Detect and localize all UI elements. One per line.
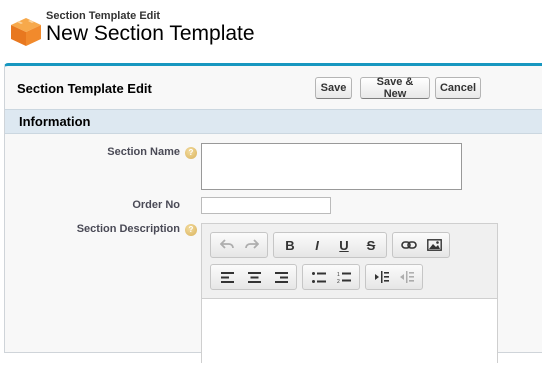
alignment-group bbox=[210, 264, 297, 290]
indent-icon[interactable] bbox=[370, 265, 394, 289]
link-icon[interactable] bbox=[397, 233, 421, 257]
bold-button[interactable]: B bbox=[278, 233, 302, 257]
save-and-new-button[interactable]: Save & New bbox=[360, 76, 430, 100]
save-button[interactable]: Save bbox=[315, 77, 352, 99]
strikethrough-button[interactable]: S bbox=[359, 233, 383, 257]
indent-group bbox=[365, 264, 423, 290]
description-edit-area[interactable] bbox=[202, 298, 497, 369]
section-name-label: Section Name bbox=[107, 146, 180, 158]
undo-redo-group bbox=[210, 232, 268, 258]
panel-header: Section Template Edit Save Save & New Ca… bbox=[5, 66, 542, 106]
align-right-icon[interactable] bbox=[269, 265, 293, 289]
insert-group bbox=[392, 232, 450, 258]
redo-icon[interactable] bbox=[240, 233, 264, 257]
numbered-list-icon[interactable]: 12 bbox=[332, 265, 356, 289]
rich-text-editor: B I U S 1 2 bbox=[201, 223, 498, 369]
section-title: Information bbox=[19, 114, 91, 129]
section-description-label: Section Description bbox=[76, 223, 180, 235]
bulleted-list-icon[interactable] bbox=[307, 265, 331, 289]
help-icon[interactable]: ? bbox=[185, 224, 197, 236]
list-group: 12 bbox=[302, 264, 360, 290]
svg-text:1: 1 bbox=[337, 272, 340, 278]
align-center-icon[interactable] bbox=[242, 265, 266, 289]
image-icon[interactable] bbox=[422, 233, 446, 257]
edit-panel: Section Template Edit Save Save & New Ca… bbox=[4, 63, 542, 369]
svg-text:2: 2 bbox=[337, 279, 340, 284]
panel-title: Section Template Edit bbox=[17, 81, 152, 96]
section-name-field[interactable] bbox=[201, 143, 462, 190]
cube-icon bbox=[11, 18, 41, 46]
order-no-field[interactable] bbox=[201, 197, 331, 214]
underline-button[interactable]: U bbox=[332, 233, 356, 257]
page-header: Section Template Edit New Section Templa… bbox=[0, 0, 542, 62]
undo-icon[interactable] bbox=[215, 233, 239, 257]
information-section-header: Information bbox=[5, 109, 542, 134]
italic-button[interactable]: I bbox=[305, 233, 329, 257]
cancel-button[interactable]: Cancel bbox=[435, 77, 481, 99]
page-subtitle: Section Template Edit bbox=[46, 10, 161, 22]
align-left-icon[interactable] bbox=[215, 265, 239, 289]
page-title: New Section Template bbox=[46, 22, 255, 45]
help-icon[interactable]: ? bbox=[185, 147, 197, 159]
text-style-group: B I U S bbox=[273, 232, 387, 258]
outdent-icon[interactable] bbox=[395, 265, 419, 289]
order-no-label: Order No bbox=[132, 199, 180, 211]
